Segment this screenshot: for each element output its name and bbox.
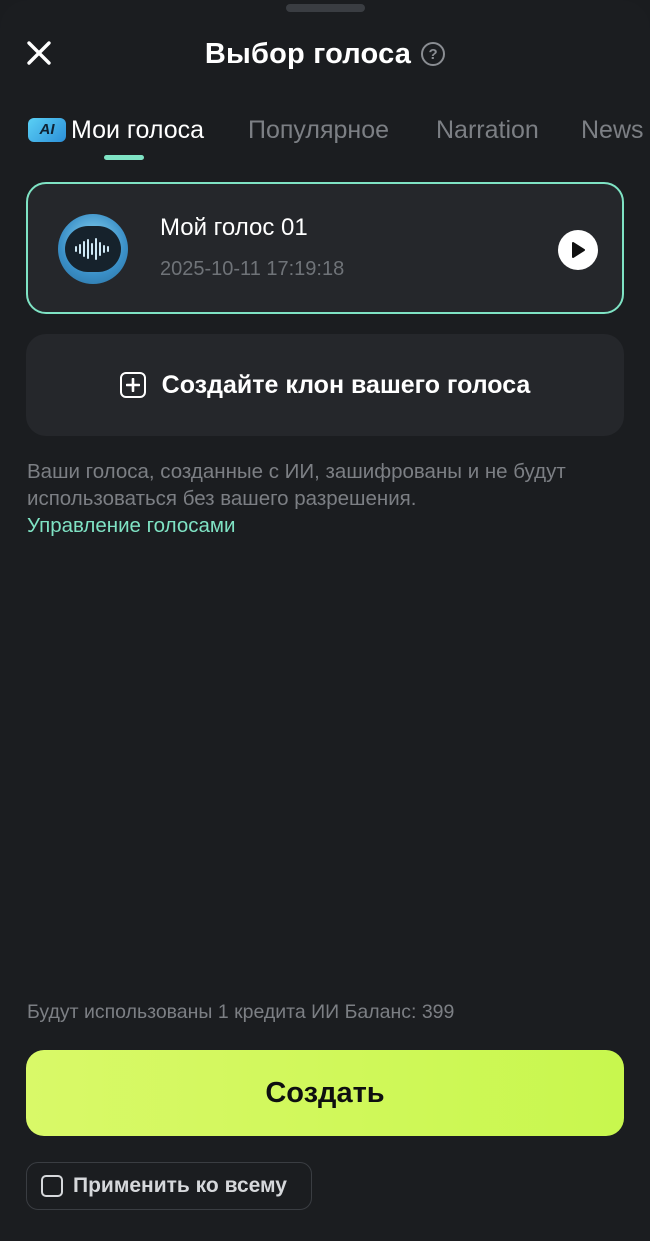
voice-date: 2025-10-11 17:19:18 <box>160 258 345 280</box>
tab-my-voices[interactable]: AI Мои голоса <box>28 108 204 152</box>
create-button-label: Создать <box>265 1076 385 1109</box>
voice-name: Мой голос 01 <box>160 214 308 241</box>
tab-popular[interactable]: Популярное <box>248 108 389 152</box>
plus-square-icon <box>119 372 146 398</box>
apply-to-all-label: Применить ко всему <box>73 1174 287 1197</box>
voice-picker-sheet: Выбор голоса ? AI Мои голоса Популярное … <box>0 0 650 1241</box>
sheet-grabber[interactable] <box>286 4 365 12</box>
header: Выбор голоса ? <box>0 34 650 74</box>
apply-to-all-toggle[interactable]: Применить ко всему <box>26 1162 312 1210</box>
tab-news[interactable]: News <box>581 108 644 152</box>
tab-label: Narration <box>436 116 539 144</box>
create-button[interactable]: Создать <box>26 1050 624 1136</box>
create-voice-clone-button[interactable]: Создайте клон вашего голоса <box>26 334 624 436</box>
waveform-avatar-icon <box>58 214 128 284</box>
tab-narration[interactable]: Narration <box>436 108 539 152</box>
play-icon <box>572 242 585 258</box>
active-tab-indicator <box>104 155 144 160</box>
page-title: Выбор голоса <box>204 37 412 70</box>
tab-label: Мои голоса <box>71 116 205 144</box>
question-circle-icon[interactable]: ? <box>421 42 446 66</box>
credits-info: Будут использованы 1 кредита ИИ Баланс: … <box>27 1001 455 1023</box>
privacy-notice: Ваши голоса, созданные с ИИ, зашифрованы… <box>27 460 566 510</box>
ai-badge-icon: AI <box>28 118 66 142</box>
tab-label: News <box>581 116 644 144</box>
apply-to-all-checkbox[interactable] <box>41 1175 63 1197</box>
create-voice-clone-label: Создайте клон вашего голоса <box>161 370 531 399</box>
manage-voices-link[interactable]: Управление голосами <box>27 512 235 539</box>
play-button[interactable] <box>558 230 598 270</box>
voice-item-my-voice-01[interactable]: Мой голос 01 2025-10-11 17:19:18 <box>26 182 624 314</box>
tab-label: Популярное <box>248 116 390 144</box>
